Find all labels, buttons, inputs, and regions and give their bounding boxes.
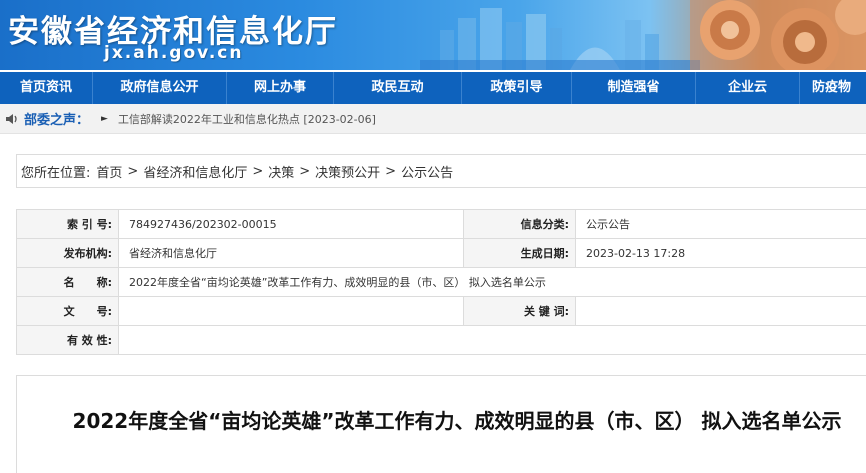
doc-number-value	[118, 296, 464, 326]
breadcrumb-separator: >	[385, 163, 397, 179]
date-label: 生成日期:	[463, 238, 576, 268]
category-label: 信息分类:	[463, 209, 576, 239]
nav-item-interaction[interactable]: 政民互动	[334, 72, 462, 104]
table-row: 索 引 号: 784927436/202302-00015 信息分类: 公示公告	[16, 209, 866, 239]
category-value: 公示公告	[575, 209, 866, 239]
speaker-icon	[6, 113, 17, 124]
main-nav: 首页资讯 政府信息公开 网上办事 政民互动 政策引导 制造强省 企业云 防疫物	[0, 72, 866, 104]
breadcrumb-link-pre-disclosure[interactable]: 决策预公开	[315, 162, 380, 181]
announcement-label: 部委之声：	[24, 113, 90, 128]
publisher-value: 省经济和信息化厅	[118, 238, 464, 268]
breadcrumb-separator: >	[252, 163, 264, 179]
site-domain: jx.ah.gov.cn	[104, 43, 244, 63]
table-row: 名 称: 2022年度全省“亩均论英雄”改革工作有力、成效明显的县（市、区） 拟…	[16, 267, 866, 297]
nav-item-gov-info[interactable]: 政府信息公开	[93, 72, 227, 104]
article-container: 2022年度全省“亩均论英雄”改革工作有力、成效明显的县（市、区） 拟入选名单公…	[16, 375, 866, 473]
index-value: 784927436/202302-00015	[118, 209, 464, 239]
name-value: 2022年度全省“亩均论英雄”改革工作有力、成效明显的县（市、区） 拟入选名单公…	[118, 267, 866, 297]
nav-item-enterprise-cloud[interactable]: 企业云	[696, 72, 800, 104]
date-value: 2023-02-13 17:28	[575, 238, 866, 268]
nav-item-epidemic[interactable]: 防疫物	[800, 72, 866, 104]
publisher-label: 发布机构:	[16, 238, 119, 268]
nav-item-home-news[interactable]: 首页资讯	[0, 72, 93, 104]
breadcrumb-link-notice[interactable]: 公示公告	[401, 162, 453, 181]
breadcrumb-prefix: 您所在位置:	[21, 165, 91, 181]
validity-value	[118, 325, 866, 355]
breadcrumb-link-home[interactable]: 首页	[96, 162, 122, 181]
city-skyline-image	[420, 8, 700, 70]
doc-number-label: 文 号:	[16, 296, 119, 326]
breadcrumb-link-decision[interactable]: 决策	[268, 162, 294, 181]
announcement-news-link[interactable]: 工信部解读2022年工业和信息化热点 [2023-02-06]	[118, 111, 376, 127]
nav-item-manufacturing[interactable]: 制造强省	[572, 72, 696, 104]
breadcrumb-separator: >	[299, 163, 311, 179]
validity-label: 有 效 性:	[16, 325, 119, 355]
site-header: 安徽省经济和信息化厅 jx.ah.gov.cn	[0, 0, 866, 70]
table-row: 文 号: 关 键 词:	[16, 296, 866, 326]
announcement-bar: 部委之声： ► 工信部解读2022年工业和信息化热点 [2023-02-06]	[0, 104, 866, 134]
steel-coils-image	[690, 0, 866, 70]
announcement-arrow-icon: ►	[101, 113, 108, 124]
table-row: 有 效 性:	[16, 325, 866, 355]
document-metadata-table: 索 引 号: 784927436/202302-00015 信息分类: 公示公告…	[16, 209, 866, 355]
name-label: 名 称:	[16, 267, 119, 297]
keywords-label: 关 键 词:	[463, 296, 576, 326]
breadcrumb-link-department[interactable]: 省经济和信息化厅	[143, 162, 247, 181]
breadcrumb: 您所在位置: 首页 > 省经济和信息化厅 > 决策 > 决策预公开 > 公示公告	[16, 154, 866, 188]
index-label: 索 引 号:	[16, 209, 119, 239]
table-row: 发布机构: 省经济和信息化厅 生成日期: 2023-02-13 17:28	[16, 238, 866, 268]
article-title: 2022年度全省“亩均论英雄”改革工作有力、成效明显的县（市、区） 拟入选名单公…	[72, 409, 842, 433]
breadcrumb-separator: >	[127, 163, 139, 179]
keywords-value	[575, 296, 866, 326]
nav-item-online-service[interactable]: 网上办事	[227, 72, 334, 104]
nav-item-policy[interactable]: 政策引导	[462, 72, 572, 104]
